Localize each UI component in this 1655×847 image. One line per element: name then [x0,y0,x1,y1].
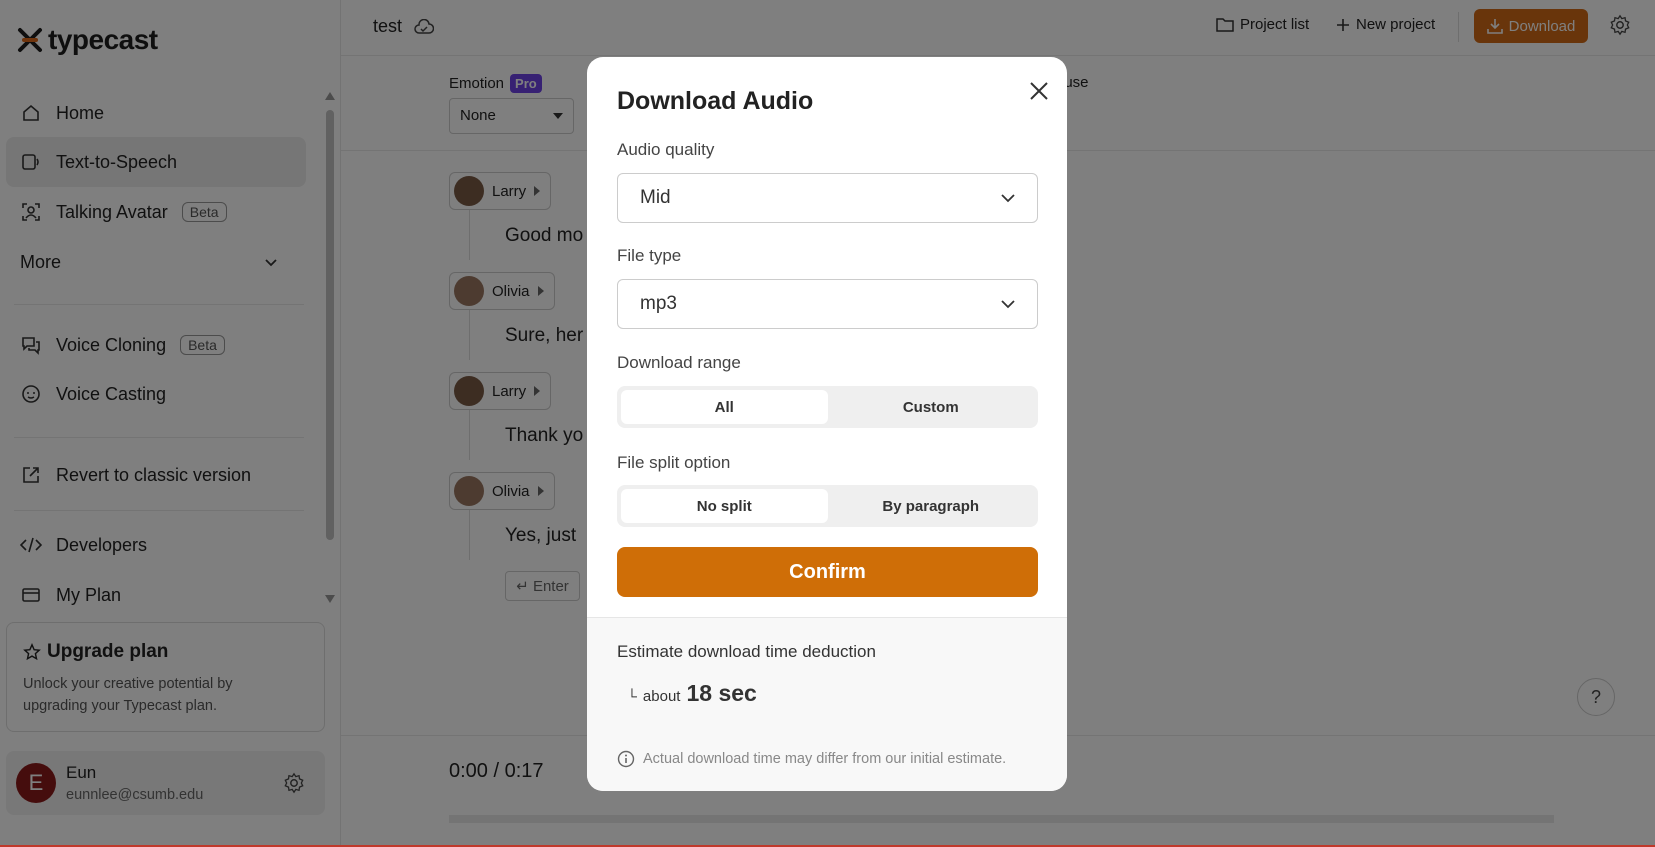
download-audio-modal: Download Audio Audio quality Mid File ty… [587,57,1067,791]
estimate-note: Actual download time may differ from our… [617,750,1006,768]
audio-quality-value: Mid [640,187,671,208]
audio-quality-select[interactable]: Mid [617,173,1038,223]
estimate-about: about [642,688,681,705]
file-split-label: File split option [617,453,731,472]
corner-glyph: └ [627,688,637,704]
download-range-label: Download range [617,353,741,372]
estimate-note-text: Actual download time may differ from our… [643,751,1007,767]
chevron-down-icon [1001,299,1015,308]
file-type-value: mp3 [640,293,677,314]
estimate-section: Estimate download time deduction └ about… [587,617,1067,791]
split-option-by-paragraph[interactable]: By paragraph [828,489,1035,523]
file-split-toggle: No split By paragraph [617,485,1038,527]
chevron-down-icon [1001,193,1015,202]
confirm-button[interactable]: Confirm [617,547,1038,597]
range-option-all[interactable]: All [621,390,828,424]
close-button[interactable] [1023,75,1055,107]
audio-quality-label: Audio quality [617,140,715,159]
close-icon [1030,82,1048,100]
file-type-label: File type [617,246,682,265]
download-range-toggle: All Custom [617,386,1038,428]
range-option-custom[interactable]: Custom [828,390,1035,424]
modal-title: Download Audio [617,87,814,115]
estimate-seconds: 18 sec [686,680,757,706]
estimate-title: Estimate download time deduction [617,642,876,661]
file-type-select[interactable]: mp3 [617,279,1038,329]
info-icon [617,750,635,768]
estimate-value: └ about 18 sec [627,680,757,707]
split-option-no-split[interactable]: No split [621,489,828,523]
